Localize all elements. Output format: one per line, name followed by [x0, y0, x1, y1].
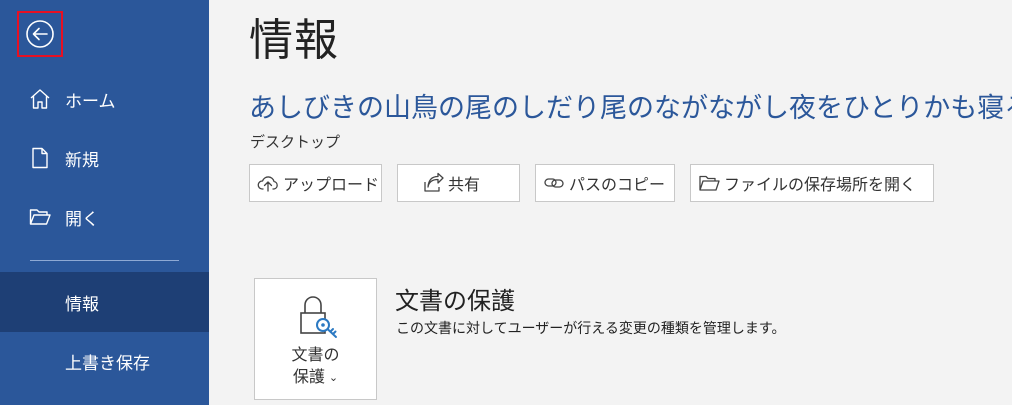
sidebar-item-home[interactable]: ホーム [0, 70, 209, 128]
protect-section-title: 文書の保護 [395, 287, 515, 315]
open-file-location-label: ファイルの保存場所を開く [724, 175, 917, 194]
protect-button-label-line1: 文書の [291, 345, 340, 364]
copy-path-button[interactable]: パスのコピー [535, 164, 675, 202]
protect-section-description: この文書に対してユーザーが行える変更の種類を管理します。 [396, 321, 786, 337]
sidebar-item-label: 開く [65, 209, 99, 230]
sidebar-item-label: ホーム [65, 91, 116, 112]
back-arrow-icon [26, 20, 54, 48]
upload-icon [257, 172, 279, 194]
open-folder-icon [698, 172, 720, 194]
share-icon [422, 172, 444, 194]
document-location[interactable]: デスクトップ [250, 131, 340, 152]
document-title: あしびきの山鳥の尾のしだり尾のながながし夜をひとりかも寝る [249, 93, 1012, 124]
sidebar-item-new[interactable]: 新規 [0, 129, 209, 187]
sidebar-divider [30, 260, 179, 261]
lock-key-icon [300, 296, 337, 338]
page-title: 情報 [249, 15, 339, 66]
protect-button-label-line2: 保護 ⌄ [292, 367, 339, 386]
open-file-location-button[interactable]: ファイルの保存場所を開く [690, 164, 934, 202]
sidebar-item-open[interactable]: 開く [0, 188, 209, 246]
back-button[interactable] [17, 11, 63, 57]
open-folder-icon [28, 205, 52, 229]
link-icon [543, 172, 565, 194]
share-button[interactable]: 共有 [397, 164, 520, 202]
upload-label: アップロード [283, 175, 380, 194]
chevron-down-icon: ⌄ [328, 371, 339, 384]
upload-button[interactable]: アップロード [249, 164, 382, 202]
sidebar-item-label: 情報 [65, 294, 99, 315]
new-document-icon [28, 146, 52, 170]
copy-path-label: パスのコピー [569, 175, 666, 194]
share-label: 共有 [448, 175, 481, 194]
protect-document-button[interactable]: 文書の 保護 ⌄ [254, 278, 377, 400]
sidebar-item-info[interactable]: 情報 [0, 272, 209, 332]
sidebar-item-label: 新規 [65, 150, 99, 171]
sidebar-item-save[interactable]: 上書き保存 [0, 332, 209, 390]
backstage-sidebar: ホーム 新規 開く 情報 上書き保存 [0, 0, 209, 405]
sidebar-item-label: 上書き保存 [65, 353, 150, 374]
home-icon [28, 87, 52, 111]
